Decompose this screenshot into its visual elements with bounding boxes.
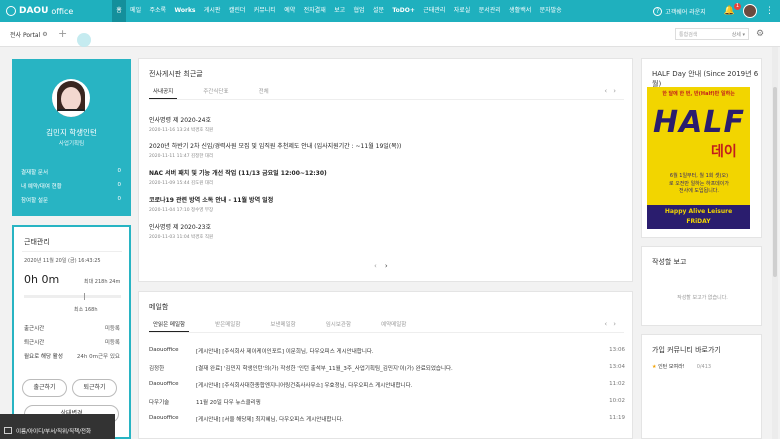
table-row[interactable]: 김정한 [결재 완료] '김민지 학생인턴'의(가) 작성한 '인턴 출석부_11…	[149, 364, 625, 372]
nav-item[interactable]: 생활백서	[505, 0, 535, 22]
star-icon: ★	[652, 364, 657, 370]
max-hours: 최대 218h 24m	[84, 279, 121, 285]
list-item[interactable]: 인사명령 제 2020-24호 2020-11-16 13:24 박경호 직원	[149, 115, 619, 133]
profile-name[interactable]: 김민지 학생인턴	[12, 127, 131, 138]
nav-item[interactable]: 전자결재	[299, 0, 329, 22]
profile-role: 사업기획팀	[58, 141, 85, 147]
logo[interactable]: DAOU office	[0, 6, 112, 16]
attendance-title: 근태관리	[24, 238, 50, 246]
nav-item[interactable]: 예약	[280, 0, 299, 22]
mail-tabs: 안읽은 메일함 받은메일함 보낸메일함 임시보관함 예약메일함	[149, 318, 432, 332]
logo-icon	[6, 6, 16, 16]
table-row[interactable]: Daouoffice [게시안내] [서울 해당제] 최지혜님, 다우오피스 게시…	[149, 415, 625, 423]
nav-item[interactable]: 문자발송	[535, 0, 565, 22]
attendance-date: 2020년 11월 20일 (금) 16:43:25	[24, 258, 101, 264]
board-pager[interactable]: ‹›	[374, 262, 396, 270]
report-empty: 작성할 보고가 없습니다.	[677, 295, 728, 301]
page-scrollbar[interactable]	[772, 47, 778, 439]
tab-menu[interactable]: 주간식단표	[199, 85, 232, 99]
half-day-title: HALF Day 안내 (Since 2019년 6월)	[652, 70, 759, 88]
nav-item[interactable]: 문서관리	[475, 0, 505, 22]
mail-title: 메일함	[149, 303, 169, 311]
list-item[interactable]: 코로나19 관련 방역 소독 안내 - 11월 방역 일정 2020-11-04 …	[149, 195, 619, 213]
community-title: 가입 커뮤니티 바로가기	[652, 346, 721, 354]
half-day-poster[interactable]: 한 달에 한 번, 반(Half)만 일하는 HALF 데이 6월 1일부터, …	[647, 87, 750, 229]
user-area: ? 고객쉐어 라운지 🔔 1 ⋮	[653, 0, 774, 22]
weekly-row: 월요로 해당 활성 24h 0m근무 있요	[24, 354, 120, 360]
tab-scheduled[interactable]: 예약메일함	[377, 318, 410, 332]
nav-item[interactable]: 커뮤니티	[250, 0, 280, 22]
tab-portal[interactable]: 전사 Portal ⚙	[10, 30, 48, 39]
nav-item[interactable]: 홈	[112, 0, 126, 22]
clock-out-row: 퇴근시간 미등록	[24, 340, 120, 346]
notification-badge: 1	[733, 3, 741, 10]
tab-notice[interactable]: 사내공지	[149, 85, 178, 99]
nav-item[interactable]: 설문	[369, 0, 388, 22]
nav-item[interactable]: Works	[170, 0, 199, 22]
profile-link-reservation[interactable]: 내 예약/대여 현황 0	[21, 182, 121, 190]
nav-item[interactable]: 캘린더	[225, 0, 250, 22]
worked-hours: 0h 0m	[24, 273, 60, 286]
list-item[interactable]: NAC 서버 패치 및 기능 개선 작업 (11/13 금요일 12:00~12…	[149, 168, 619, 186]
mail-card: 메일함 안읽은 메일함 받은메일함 보낸메일함 임시보관함 예약메일함 ‹› D…	[138, 291, 633, 439]
board-title: 전사게시판 최근글	[149, 70, 203, 78]
clock-in-button[interactable]: 출근하기	[22, 379, 67, 397]
table-row[interactable]: Daouoffice [게시안내] [주식회사 제이케이인포트] 이문희님, 다우…	[149, 347, 625, 355]
search-tooltip: 이름/아이디/부서/직위/직책/전화	[0, 414, 115, 439]
mail-tab-arrows-icon[interactable]: ‹›	[604, 320, 622, 328]
bell-icon[interactable]: 🔔 1	[724, 3, 741, 16]
nav-item[interactable]: 메일	[126, 0, 145, 22]
nav-item[interactable]: 협업	[349, 0, 368, 22]
table-row[interactable]: 다우기술 11월 20일 다우 뉴스클리핑 10:02	[149, 398, 625, 406]
tab-sent[interactable]: 보낸메일함	[266, 318, 299, 332]
board-tabs: 사내공지 주간식단표 전체	[149, 85, 295, 99]
tab-all[interactable]: 전체	[255, 85, 273, 99]
tab-unread[interactable]: 안읽은 메일함	[149, 318, 190, 332]
nav-item[interactable]: 게시판	[200, 0, 225, 22]
main-nav: 홈 메일 주소록 Works 게시판 캘린더 커뮤니티 예약 전자결재 보고 협업 설문 ToDO+ 근태…	[112, 0, 566, 22]
nav-item[interactable]: 자료실	[450, 0, 475, 22]
search-option[interactable]: 상세 ▾	[732, 31, 745, 38]
user-link[interactable]: 고객쉐어 라운지	[665, 7, 706, 16]
nav-item[interactable]: ToDO+	[388, 0, 419, 22]
half-day-card: HALF Day 안내 (Since 2019년 6월) 한 달에 한 번, 반…	[641, 58, 762, 238]
board-tab-arrows-icon[interactable]: ‹›	[604, 87, 622, 95]
community-item[interactable]: ★ 인턴 모여라! 0/413	[652, 363, 711, 370]
profile-card: 김민지 학생인턴 사업기획팀 결재할 문서 0 내 예약/대여 현황 0 참여할 설…	[12, 59, 131, 216]
nav-item[interactable]: 주소록	[145, 0, 170, 22]
add-tab-button[interactable]: +	[58, 27, 67, 40]
settings-icon[interactable]: ⚙	[756, 29, 764, 39]
profile-link-survey[interactable]: 참여할 설문 0	[21, 196, 121, 204]
portal-tab-bar: 전사 Portal ⚙ +	[0, 22, 780, 47]
nav-item[interactable]: 근태관리	[419, 0, 449, 22]
hours-progress-bar	[24, 293, 121, 300]
profile-avatar	[52, 79, 90, 117]
avatar[interactable]	[743, 4, 757, 18]
clock-out-button[interactable]: 퇴근하기	[72, 379, 117, 397]
tab-inbox[interactable]: 받은메일함	[211, 318, 244, 332]
table-row[interactable]: Daouoffice [게시안내] [주식회사대한종합엔지니어링건축사사무소] 우…	[149, 381, 625, 389]
clock-in-row: 출근시간 미등록	[24, 326, 120, 332]
search-input[interactable]: 통합검색 상세 ▾	[675, 28, 749, 40]
attendance-card: 근태관리 2020년 11월 20일 (금) 16:43:25 0h 0m 최대…	[12, 225, 131, 439]
profile-link-approval[interactable]: 결재할 문서 0	[21, 168, 121, 176]
cursor-highlight	[77, 33, 91, 47]
gear-icon[interactable]: ⚙	[42, 31, 47, 38]
list-item[interactable]: 인사명령 제 2020-23호 2020-11-03 11:04 박경호 직원	[149, 222, 619, 240]
help-icon[interactable]: ?	[653, 6, 663, 16]
tab-draft[interactable]: 임시보관함	[322, 318, 355, 332]
report-card: 작성할 보고 작성할 보고가 없습니다.	[641, 246, 762, 326]
report-title: 작성할 보고	[652, 258, 687, 266]
min-hours: 최소 168h	[74, 307, 98, 313]
board-card: 전사게시판 최근글 사내공지 주간식단표 전체 ‹› 인사명령 제 2020-2…	[138, 58, 633, 282]
tooltip-icon	[4, 427, 12, 434]
menu-dots-icon[interactable]: ⋮	[765, 6, 774, 16]
nav-item[interactable]: 보고	[330, 0, 349, 22]
list-item[interactable]: 2020년 하반기 2차 신입/경력사원 모집 및 임직원 추천제도 안내 (입…	[149, 141, 619, 159]
community-card: 가입 커뮤니티 바로가기 ★ 인턴 모여라! 0/413	[641, 334, 762, 439]
top-nav-bar: DAOU office 홈 메일 주소록 Works 게시판 캘린더 커뮤니티 예약 전자결재 보…	[0, 0, 780, 22]
